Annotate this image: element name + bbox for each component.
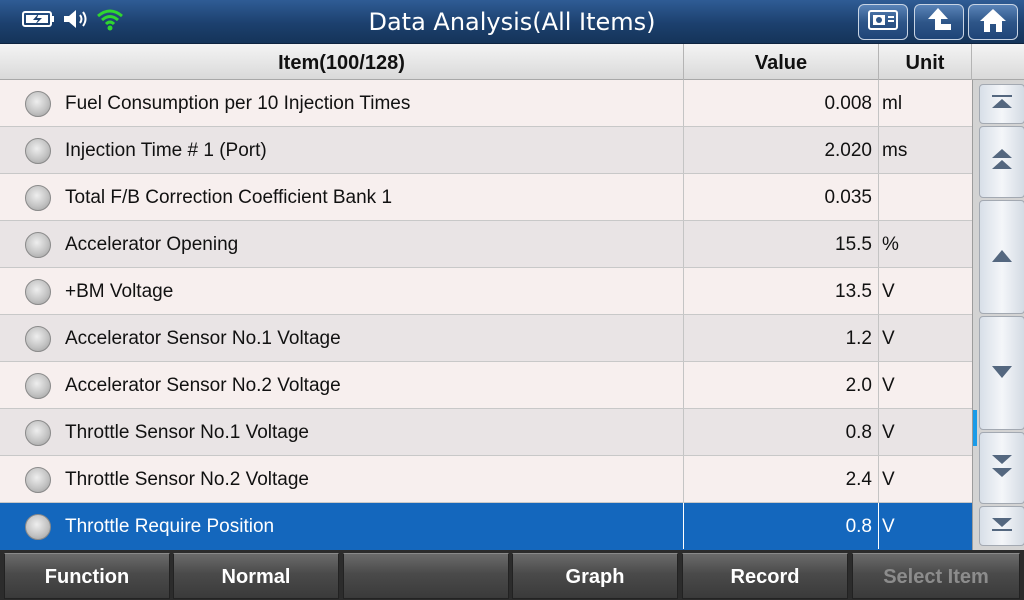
item-unit: % bbox=[882, 234, 899, 255]
home-button[interactable] bbox=[968, 4, 1018, 40]
table-row[interactable]: Accelerator Sensor No.2 Voltage 2.0 V bbox=[0, 362, 972, 409]
page-up-button[interactable] bbox=[979, 126, 1024, 198]
item-name: Fuel Consumption per 10 Injection Times bbox=[65, 93, 411, 114]
radio-icon[interactable] bbox=[25, 467, 51, 493]
function-button[interactable]: Function bbox=[4, 553, 170, 599]
table-row[interactable]: Throttle Sensor No.2 Voltage 2.4 V bbox=[0, 456, 972, 503]
unit-column-header: Unit bbox=[879, 44, 972, 80]
item-name: Total F/B Correction Coefficient Bank 1 bbox=[65, 187, 393, 208]
table-row[interactable]: +BM Voltage 13.5 V bbox=[0, 268, 972, 315]
table-row[interactable]: Fuel Consumption per 10 Injection Times … bbox=[0, 80, 972, 127]
item-unit: ms bbox=[882, 140, 908, 161]
table-row-selected[interactable]: Throttle Require Position 0.8 V bbox=[0, 503, 972, 550]
scroll-thumb[interactable] bbox=[973, 410, 977, 446]
item-name: Throttle Sensor No.2 Voltage bbox=[65, 469, 309, 490]
blank-button[interactable] bbox=[343, 553, 509, 599]
scroll-bottom-button[interactable] bbox=[979, 506, 1024, 546]
item-name: Injection Time # 1 (Port) bbox=[65, 140, 267, 161]
item-name: Throttle Sensor No.1 Voltage bbox=[65, 422, 309, 443]
back-button[interactable] bbox=[914, 4, 964, 40]
table-row[interactable]: Accelerator Sensor No.1 Voltage 1.2 V bbox=[0, 315, 972, 362]
record-button[interactable]: Record bbox=[682, 553, 848, 599]
item-value: 2.020 bbox=[824, 140, 872, 161]
bottom-toolbar: Function Normal Graph Record Select Item bbox=[0, 550, 1024, 600]
page-down-button[interactable] bbox=[979, 432, 1024, 504]
radio-icon[interactable] bbox=[25, 514, 51, 540]
radio-icon[interactable] bbox=[25, 326, 51, 352]
home-icon bbox=[978, 6, 1008, 38]
radio-icon[interactable] bbox=[25, 91, 51, 117]
page-up-icon bbox=[990, 148, 1014, 176]
item-value: 0.035 bbox=[824, 187, 872, 208]
item-name: Accelerator Sensor No.1 Voltage bbox=[65, 328, 341, 349]
table-row[interactable]: Total F/B Correction Coefficient Bank 1 … bbox=[0, 174, 972, 221]
scroll-column-header bbox=[972, 44, 1024, 80]
line-down-icon bbox=[990, 364, 1014, 383]
line-down-button[interactable] bbox=[979, 316, 1024, 430]
line-up-icon bbox=[990, 248, 1014, 267]
item-name: Accelerator Opening bbox=[65, 234, 239, 255]
item-column-header: Item(100/128) bbox=[0, 44, 684, 80]
table-row[interactable]: Accelerator Opening 15.5 % bbox=[0, 221, 972, 268]
graph-button[interactable]: Graph bbox=[512, 553, 678, 599]
item-unit: V bbox=[882, 469, 895, 490]
scroll-panel bbox=[972, 80, 1024, 550]
item-unit: V bbox=[882, 516, 895, 537]
line-up-button[interactable] bbox=[979, 200, 1024, 314]
data-list: Fuel Consumption per 10 Injection Times … bbox=[0, 80, 972, 550]
table-row[interactable]: Throttle Sensor No.1 Voltage 0.8 V bbox=[0, 409, 972, 456]
scroll-top-button[interactable] bbox=[979, 84, 1024, 124]
radio-icon[interactable] bbox=[25, 185, 51, 211]
item-unit: V bbox=[882, 281, 895, 302]
item-value: 0.8 bbox=[845, 422, 872, 443]
value-column-header: Value bbox=[684, 44, 879, 80]
select-item-button[interactable]: Select Item bbox=[852, 553, 1020, 599]
table-row[interactable]: Injection Time # 1 (Port) 2.020 ms bbox=[0, 127, 972, 174]
scroll-top-icon bbox=[990, 94, 1014, 114]
radio-icon[interactable] bbox=[25, 279, 51, 305]
item-value: 0.8 bbox=[845, 516, 872, 537]
title-bar: Data Analysis(All Items) bbox=[0, 0, 1024, 44]
radio-icon[interactable] bbox=[25, 138, 51, 164]
item-value: 1.2 bbox=[845, 328, 872, 349]
item-unit: V bbox=[882, 422, 895, 443]
item-value: 15.5 bbox=[835, 234, 872, 255]
item-unit: V bbox=[882, 328, 895, 349]
item-value: 2.4 bbox=[845, 469, 872, 490]
back-icon bbox=[924, 6, 954, 38]
normal-button[interactable]: Normal bbox=[173, 553, 339, 599]
item-name: +BM Voltage bbox=[65, 281, 174, 302]
screenshot-button[interactable] bbox=[858, 4, 908, 40]
item-value: 2.0 bbox=[845, 375, 872, 396]
item-value: 13.5 bbox=[835, 281, 872, 302]
scroll-bottom-icon bbox=[990, 516, 1014, 536]
item-unit: ml bbox=[882, 93, 903, 114]
page-down-icon bbox=[990, 454, 1014, 482]
item-name: Throttle Require Position bbox=[65, 516, 275, 537]
radio-icon[interactable] bbox=[25, 420, 51, 446]
item-name: Accelerator Sensor No.2 Voltage bbox=[65, 375, 341, 396]
screenshot-icon bbox=[867, 8, 899, 36]
table-header: Item(100/128) Value Unit bbox=[0, 44, 1024, 80]
item-unit: V bbox=[882, 375, 895, 396]
radio-icon[interactable] bbox=[25, 232, 51, 258]
item-value: 0.008 bbox=[824, 93, 872, 114]
radio-icon[interactable] bbox=[25, 373, 51, 399]
